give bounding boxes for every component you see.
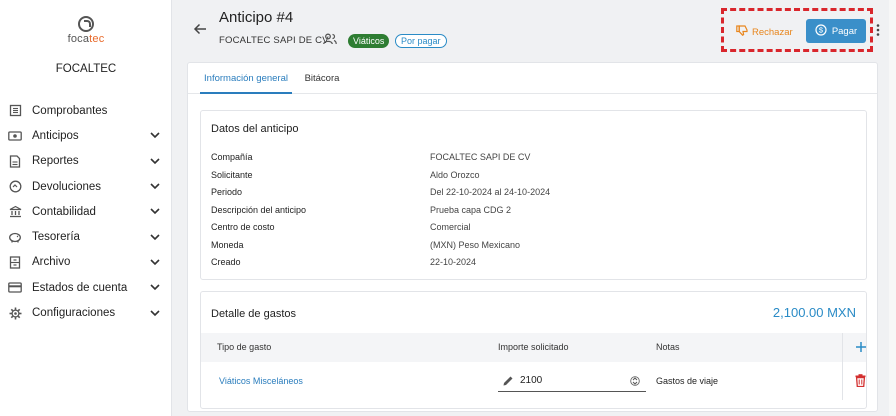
dollar-circle-icon: $ [815,23,827,39]
svg-text:$: $ [819,25,824,34]
tab-bitacora[interactable]: Bitácora [302,63,342,94]
expense-details-panel: Detalle de gastos 2,100.00 MXN Tipo de g… [200,291,867,409]
expense-notes: Gastos de viaje [656,376,719,386]
column-header-amount: Importe solicitado [498,342,569,352]
chevron-down-icon[interactable] [150,182,160,192]
sidebar-item-label: Archivo [32,256,71,269]
thumb-down-icon [736,25,748,39]
sidebar-item-label: Comprobantes [32,104,108,117]
focaltec-logo[interactable]: focatec [0,16,172,45]
people-icon[interactable] [323,33,337,47]
refund-icon [8,180,22,194]
sidebar-item-label: Tesorería [32,231,80,244]
main-card: Información general Bitácora Datos del a… [187,62,878,412]
reject-button[interactable]: Rechazar [736,21,793,43]
field-label-created: Creado [211,257,241,267]
chevron-down-icon[interactable] [150,207,160,217]
field-label-currency: Moneda [211,239,244,250]
tab-bar: Información general Bitácora [188,63,877,94]
reject-label: Rechazar [752,26,793,38]
column-header-type: Tipo de gasto [217,342,272,352]
chevron-down-icon[interactable] [150,156,160,166]
sidebar-item-label: Configuraciones [32,307,116,320]
field-value-currency: (MXN) Peso Mexicano [430,239,521,250]
field-label-company: Compañía [211,152,253,162]
field-value-description: Prueba capa CDG 2 [430,204,512,215]
chevron-down-icon[interactable] [150,257,160,267]
chevron-down-icon[interactable] [150,232,160,242]
table-header: Tipo de gasto Importe solicitado Notas [201,333,866,362]
sidebar-company-name: FOCALTEC [55,63,117,75]
expense-type-link[interactable]: Viáticos Misceláneos [219,376,303,386]
sidebar-item-configuraciones[interactable]: Configuraciones [0,300,172,325]
chevron-down-icon[interactable] [150,131,160,141]
field-label-requester: Solicitante [211,169,253,180]
field-label-period: Periodo [211,187,243,197]
details-title: Datos del anticipo [211,123,299,135]
sidebar-item-archivo[interactable]: Archivo [0,250,172,275]
sidebar-nav: Comprobantes Anticipos Reportes Devoluci… [0,98,172,326]
report-icon [8,154,22,168]
field-value-requester: Aldo Orozco [430,169,480,180]
card-icon [8,281,22,295]
page-title: Anticipo #4 [219,9,294,26]
expenses-total: 2,100.00 MXN [772,305,856,320]
chevron-down-icon[interactable] [150,308,160,318]
add-expense-button[interactable] [854,340,868,354]
sidebar-item-label: Anticipos [32,129,79,142]
pencil-icon [502,375,514,387]
page-scrollbar[interactable] [889,0,896,416]
sidebar: focatec FOCALTEC Comprobantes Anticipos … [0,0,172,416]
pay-label: Pagar [831,25,858,37]
piggy-bank-icon [8,230,22,244]
chevron-down-icon[interactable] [150,283,160,293]
receipt-icon [8,104,22,118]
column-divider [842,362,843,400]
sidebar-item-contabilidad[interactable]: Contabilidad [0,199,172,224]
highlight-box: Rechazar $ Pagar [721,8,873,52]
column-divider [842,333,843,362]
status-badge: Por pagar [395,34,447,48]
expenses-title: Detalle de gastos [211,308,296,320]
field-value-cost-center: Comercial [430,222,471,232]
sidebar-item-label: Estados de cuenta [32,281,128,294]
sidebar-item-reportes[interactable]: Reportes [0,149,172,174]
column-header-notes: Notas [656,342,680,352]
sidebar-item-label: Contabilidad [32,205,96,218]
table-row: Viáticos Misceláneos Gastos de viaje [201,362,866,400]
sidebar-item-label: Devoluciones [32,180,102,193]
amount-input[interactable] [520,375,630,386]
field-value-company: FOCALTEC SAPI DE CV [430,152,531,162]
stepper-icon[interactable] [630,375,640,387]
money-icon [8,129,22,143]
sidebar-item-tesoreria[interactable]: Tesorería [0,224,172,249]
field-label-description: Descripción del anticipo [211,204,307,215]
bank-icon [8,205,22,219]
advance-details-panel: Datos del anticipo Compañía FOCALTEC SAP… [200,110,867,280]
field-value-period: Del 22-10-2024 al 24-10-2024 [430,187,551,197]
logo-text-part2: tec [89,33,105,45]
tab-informacion-general[interactable]: Información general [200,63,292,94]
sidebar-item-devoluciones[interactable]: Devoluciones [0,174,172,199]
page-header: Anticipo #4 FOCALTEC SAPI DE CV Viáticos… [173,0,896,60]
type-badge: Viáticos [348,34,390,48]
header-company: FOCALTEC SAPI DE CV [219,35,329,46]
amount-field[interactable] [498,370,646,392]
back-arrow-icon[interactable] [193,22,209,38]
field-label-cost-center: Centro de costo [211,222,275,232]
field-value-created: 22-10-2024 [430,257,477,267]
logo-text: focatec [0,33,172,45]
sidebar-item-estados-de-cuenta[interactable]: Estados de cuenta [0,275,172,300]
pay-button[interactable]: $ Pagar [806,19,866,43]
logo-text-part1: foca [67,33,90,45]
gear-icon [8,306,22,320]
more-options-icon[interactable] [876,23,882,37]
trash-icon[interactable] [855,374,867,388]
archive-icon [8,255,22,269]
sidebar-item-comprobantes[interactable]: Comprobantes [0,98,172,123]
sidebar-item-anticipos[interactable]: Anticipos [0,123,172,148]
logo-icon [78,16,94,32]
sidebar-item-label: Reportes [32,155,79,168]
